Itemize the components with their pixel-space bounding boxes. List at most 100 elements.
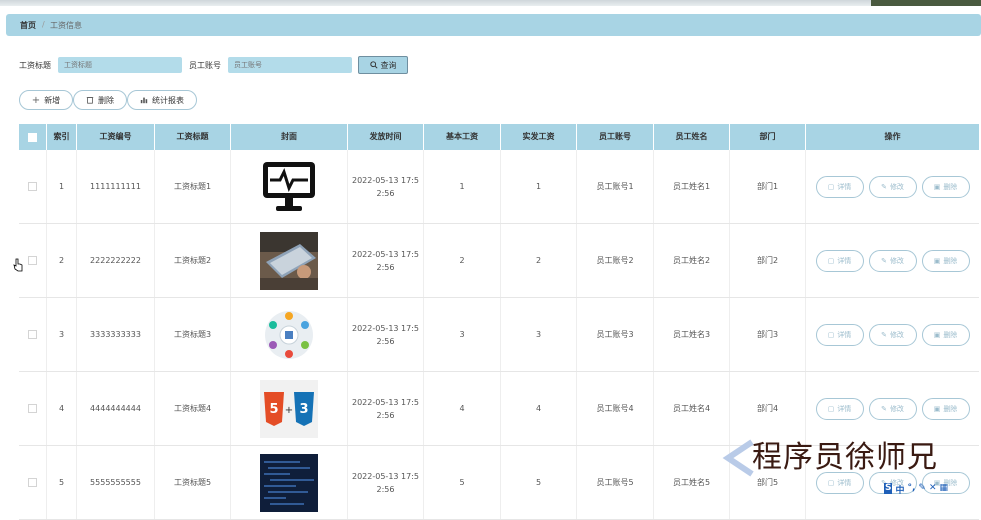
detail-label: 详情 [837, 182, 852, 191]
watermark-text: 程序员徐师兄 [752, 440, 938, 475]
report-button-label: 统计报表 [152, 95, 184, 105]
cell-employee-account: 员工账号5 [577, 446, 654, 519]
detail-button[interactable]: ▢ 详情 [815, 397, 864, 420]
cell-base-salary: 1 [424, 150, 501, 223]
query-button[interactable]: 查询 [358, 56, 408, 74]
cell-employee-account: 员工账号3 [577, 298, 654, 371]
cell-base-salary: 3 [424, 298, 501, 371]
header-pay-time: 发放时间 [348, 124, 424, 150]
table-header: 索引 工资编号 工资标题 封面 发放时间 基本工资 实发工资 员工账号 员工姓名… [19, 124, 979, 150]
row-delete-button[interactable]: ▣ 删除 [921, 323, 970, 346]
report-button[interactable]: 统计报表 [127, 90, 197, 110]
cell-department: 部门1 [730, 150, 806, 223]
pencil-icon: ✎ [881, 182, 887, 191]
cell-employee-name: 员工姓名2 [654, 224, 730, 297]
edit-label: 修改 [889, 404, 904, 413]
cell-employee-name: 员工姓名4 [654, 372, 730, 445]
cell-operations: ▢详情 ✎修改 ▣删除 [806, 298, 979, 371]
title-filter-label: 工资标题 [19, 61, 51, 70]
cell-employee-account: 员工账号4 [577, 372, 654, 445]
row-delete-label: 删除 [943, 256, 958, 265]
row-checkbox[interactable] [28, 478, 37, 487]
edit-label: 修改 [889, 330, 904, 339]
detail-label: 详情 [837, 478, 852, 487]
trash-icon [86, 97, 94, 104]
cell-pay-time: 2022-05-13 17:5 2:56 [348, 446, 424, 519]
edit-button[interactable]: ✎修改 [868, 323, 917, 346]
cell-salary-title: 工资标题1 [155, 150, 231, 223]
breadcrumb-home[interactable]: 首页 [20, 20, 36, 31]
edit-label: 修改 [889, 182, 904, 191]
trash-icon: ▣ [933, 256, 941, 265]
pay-time-date: 2022-05-13 17:5 [352, 397, 419, 407]
row-checkbox[interactable] [28, 256, 37, 265]
table-row: 1 1111111111 工资标题1 2022-05-13 17:5 2:56 1… [19, 150, 979, 224]
cell-actual-salary: 4 [501, 372, 577, 445]
detail-label: 详情 [837, 256, 852, 265]
row-delete-label: 删除 [943, 182, 958, 191]
hand-cursor-icon [13, 258, 23, 274]
table-row: 2 2222222222 工资标题2 2022-05-13 17:5 2:56 2… [19, 224, 979, 298]
cell-department: 部门3 [730, 298, 806, 371]
doc-icon: ▢ [827, 330, 835, 339]
pay-time-rest: 2:56 [376, 410, 395, 420]
row-delete-button[interactable]: ▣ 删除 [921, 175, 970, 198]
edit-button[interactable]: ✎修改 [868, 397, 917, 420]
title-filter-input[interactable] [58, 57, 182, 73]
cell-actual-salary: 3 [501, 298, 577, 371]
edit-button[interactable]: ✎修改 [868, 249, 917, 272]
doc-icon: ▢ [827, 182, 835, 191]
cell-pay-time: 2022-05-13 17:5 2:56 [348, 298, 424, 371]
row-checkbox[interactable] [28, 182, 37, 191]
svg-text:5: 5 [269, 402, 278, 417]
cell-base-salary: 2 [424, 224, 501, 297]
row-select-cell [19, 224, 47, 297]
detail-button[interactable]: ▢ 详情 [815, 323, 864, 346]
pencil-icon: ✎ [881, 256, 887, 265]
edit-label: 修改 [889, 256, 904, 265]
select-all-checkbox[interactable] [28, 132, 37, 142]
code-screen-photo [260, 453, 318, 512]
pay-time-date: 2022-05-13 17:5 [352, 471, 419, 481]
html5-css3-logo: 5 +3 [260, 379, 318, 438]
header-base-salary: 基本工资 [424, 124, 501, 150]
table-row: 3 3333333333 工资标题3 2022-05-13 17:5 2:56 3… [19, 298, 979, 372]
breadcrumb: 首页 / 工资信息 [6, 14, 981, 36]
cell-employee-account: 员工账号2 [577, 224, 654, 297]
row-delete-button[interactable]: ▣ 删除 [921, 397, 970, 420]
ime-keyboard-icon: ▦ [939, 483, 949, 493]
row-checkbox[interactable] [28, 404, 37, 413]
select-all-cell [19, 124, 47, 150]
ime-lang-icon: 中 [895, 486, 905, 496]
laptop-photo [260, 231, 318, 290]
pay-time-rest: 2:56 [376, 336, 395, 346]
row-select-cell [19, 150, 47, 223]
detail-button[interactable]: ▢ 详情 [815, 175, 864, 198]
svg-text:3: 3 [299, 402, 308, 417]
cell-pay-time: 2022-05-13 17:5 2:56 [348, 150, 424, 223]
wallpaper-corner [871, 0, 981, 6]
ime-toolbar[interactable]: S 中 °, ✎ ✕ ▦ [884, 483, 949, 496]
cell-cover [231, 446, 348, 519]
header-department: 部门 [730, 124, 806, 150]
delete-button[interactable]: 删除 [73, 90, 127, 110]
row-select-cell [19, 372, 47, 445]
cell-employee-name: 员工姓名5 [654, 446, 730, 519]
doc-icon: ▢ [827, 256, 835, 265]
cell-cover: 5 +3 [231, 372, 348, 445]
cell-salary-title: 工资标题4 [155, 372, 231, 445]
detail-button[interactable]: ▢ 详情 [815, 249, 864, 272]
pay-time-date: 2022-05-13 17:5 [352, 175, 419, 185]
add-button[interactable]: + 新增 [19, 90, 73, 110]
header-employee-account: 员工账号 [577, 124, 654, 150]
add-button-label: 新增 [44, 95, 61, 105]
cell-actual-salary: 2 [501, 224, 577, 297]
bar-chart-icon [140, 97, 148, 104]
ime-tools-icon: ✕ [928, 483, 937, 493]
header-actual-salary: 实发工资 [501, 124, 577, 150]
account-filter-input[interactable] [228, 57, 352, 73]
row-checkbox[interactable] [28, 330, 37, 339]
row-select-cell [19, 298, 47, 371]
row-delete-button[interactable]: ▣ 删除 [921, 249, 970, 272]
edit-button[interactable]: ✎修改 [868, 175, 917, 198]
